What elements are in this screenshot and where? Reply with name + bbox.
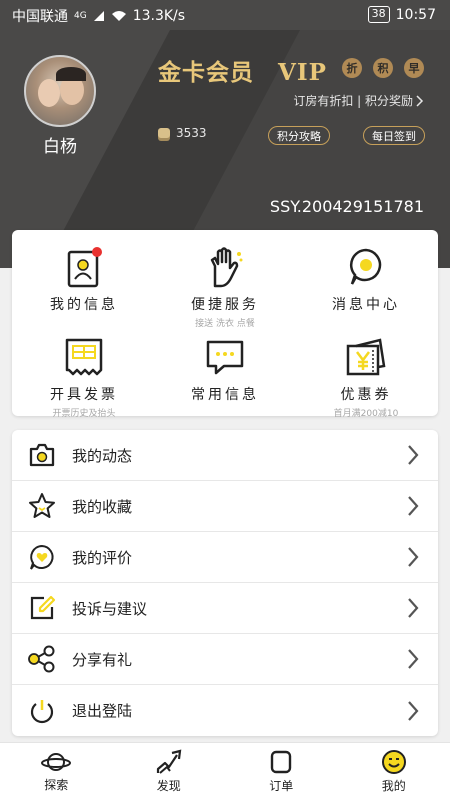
star-icon [29,493,55,518]
chevron-right-icon [408,649,419,669]
profile-header: 中国联通 4G 13.3K/s 38 10:57 白杨 金卡会员 VIP 折 积… [0,0,450,268]
camera-icon [29,443,55,467]
planet-icon [41,753,72,771]
common-info-item[interactable]: 常用信息 [155,332,295,404]
chevron-right-icon [408,598,419,618]
menu-item-favorites[interactable]: 我的收藏 [12,481,438,532]
nav-label: 我的 [381,779,406,793]
heart-chat-icon [30,544,54,570]
menu-item-label: 投诉与建议 [72,599,148,618]
battery-indicator: 38 [367,6,390,23]
invoice-label: 开具发票 [50,387,118,403]
profile-card-icon [67,247,102,288]
order-icon [271,750,292,774]
discount-badge-icon: 折 [342,58,362,78]
chevron-right-icon [408,496,419,516]
points-badge-icon: 积 [373,58,393,78]
menu-item-label: 分享有礼 [72,650,133,669]
share-icon [28,645,55,673]
menu-item-logout[interactable]: 退出登陆 [12,685,438,736]
invoice-item[interactable]: 开具发票 开票历史及抬头 [14,332,154,419]
menu-item-my-moments[interactable]: 我的动态 [12,430,438,481]
network-speed: 13.3K/s [132,8,186,24]
coupon-label: 优惠券 [340,387,392,403]
quick-services-card: 我的信息 便捷服务 接送 洗衣 点餐 消息中心 开具发票 开票历史及抬头 常用信… [12,230,438,419]
bottom-navigation: 探索 发现 订单 我的 [0,742,450,800]
power-icon [30,699,54,723]
clock: 10:57 [395,6,436,23]
menu-item-share[interactable]: 分享有礼 [12,634,438,685]
nav-orders[interactable]: 订单 [225,743,338,800]
smile-icon [381,750,406,774]
convenience-service-sub: 接送 洗衣 点餐 [195,319,255,329]
nav-mine[interactable]: 我的 [338,743,450,800]
avatar[interactable] [24,55,96,127]
menu-item-feedback[interactable]: 投诉与建议 [12,583,438,634]
chevron-right-icon [408,700,419,721]
points-guide-button[interactable]: 积分攻略 [268,126,330,145]
chevron-right-icon [416,94,424,107]
nav-discover[interactable]: 发现 [113,743,226,800]
menu-item-label: 我的评价 [72,548,133,567]
receipt-icon [65,338,103,376]
chevron-right-icon [408,547,419,567]
breakfast-badge-icon: 早 [404,58,424,78]
common-info-label: 常用信息 [191,387,259,403]
coupon-icon [346,338,386,376]
nav-label: 订单 [269,779,294,793]
vip-benefit-badges: 折 积 早 [342,58,424,78]
vip-title: 金卡会员 VIP [158,59,327,86]
chat-dots-icon [206,340,244,375]
message-center-item[interactable]: 消息中心 [296,242,436,314]
menu-item-label: 退出登陆 [72,702,133,720]
vip-benefits-text: 订房有折扣 | 积分奖励 [293,94,413,108]
member-number: SSY.200429151781 [269,197,424,216]
menu-list: 我的动态 我的收藏 我的评价 投诉与建议 分享有礼 退出登陆 [12,430,438,736]
menu-item-label: 我的收藏 [72,497,133,516]
hand-icon [210,247,243,288]
points-display: 3533 [158,126,207,140]
convenience-service-label: 便捷服务 [191,297,259,313]
menu-item-reviews[interactable]: 我的评价 [12,532,438,583]
chevron-right-icon [408,445,419,465]
my-info-item[interactable]: 我的信息 [14,242,154,314]
status-bar: 中国联通 4G 13.3K/s 38 10:57 [0,0,450,30]
message-bubble-icon [350,248,382,285]
network-type: 4G [74,11,87,21]
edit-icon [30,595,56,620]
coupon-sub: 首月满200减10 [333,409,399,419]
nav-explore[interactable]: 探索 [0,743,113,800]
wifi-icon [111,11,126,21]
points-value: 3533 [176,126,207,140]
menu-item-label: 我的动态 [72,446,133,465]
my-info-label: 我的信息 [50,297,118,313]
vip-benefits-link[interactable]: 订房有折扣 | 积分奖励 [293,92,424,109]
username: 白杨 [43,137,77,157]
coupon-item[interactable]: 优惠券 首月满200减10 [296,332,436,419]
daily-signin-button[interactable]: 每日签到 [363,126,425,145]
nav-label: 发现 [156,779,181,793]
convenience-service-item[interactable]: 便捷服务 接送 洗衣 点餐 [155,242,295,329]
trend-icon [156,749,182,774]
coin-icon [158,128,170,138]
nav-label: 探索 [44,778,69,792]
message-center-label: 消息中心 [332,297,400,313]
carrier-name: 中国联通 [12,9,68,25]
signal-icon [93,11,104,21]
invoice-sub: 开票历史及抬头 [52,409,116,419]
